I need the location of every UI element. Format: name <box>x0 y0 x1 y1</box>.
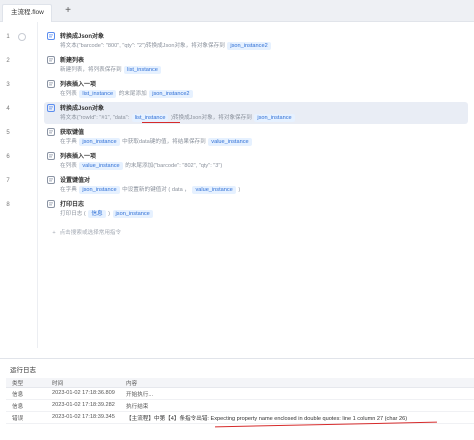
keyvalue-icon <box>47 176 55 184</box>
plus-icon: + <box>52 230 56 236</box>
flow-editor: + 点击搜索或选择常用指令 转换成Json对象 将文本("barcode": "8… <box>38 22 474 348</box>
step-description: 新建列表，将列表保存到 list_instance <box>60 65 162 74</box>
step-description-text: )转换成Json对象，将对象保存到 <box>169 115 254 121</box>
log-row[interactable]: 信息 2023-01-02 17:18:39.282 执行结束 <box>6 401 474 412</box>
step-description-text: ) <box>236 187 241 193</box>
line-number: 7 <box>6 178 10 184</box>
log-row-time: 2023-01-02 17:18:36.809 <box>52 390 115 396</box>
step-description: 将文本("barcode": "800", "qty": "2")转换成Json… <box>60 41 272 50</box>
add-tab-button[interactable]: + <box>62 5 74 17</box>
step-description-text: 新建列表，将列表保存到 <box>60 67 124 73</box>
step-title: 列表插入一项 <box>60 154 97 160</box>
list-icon <box>47 56 55 64</box>
step-description: 在列表 list_instance 的末尾添加 json_instance2 <box>60 89 194 98</box>
log-row-type: 错误 <box>12 416 24 422</box>
breakpoint-icon[interactable] <box>18 33 26 41</box>
list-insert-icon <box>47 152 55 160</box>
variable-chip[interactable]: json_instance <box>79 186 120 194</box>
log-row[interactable]: 信息 2023-01-02 17:18:36.809 开始执行... <box>6 389 474 400</box>
run-log-title: 运行日志 <box>10 367 36 374</box>
log-row-type: 信息 <box>12 404 24 410</box>
line-number: 5 <box>6 130 10 136</box>
step-description-text: ) <box>106 211 112 217</box>
log-row-time: 2023-01-02 17:18:39.282 <box>52 402 115 408</box>
log-table-header: 类型 时间 内容 <box>6 378 474 388</box>
variable-chip[interactable]: json_instance <box>112 210 153 218</box>
line-number: 8 <box>6 202 10 208</box>
variable-chip[interactable]: json_instance2 <box>227 42 271 50</box>
log-row-content: 执行结束 <box>126 404 149 410</box>
log-row-type: 信息 <box>12 392 24 398</box>
step-description-text: 打印日志 ( <box>60 211 88 217</box>
json-icon <box>47 32 55 40</box>
step-description-text: 中设置新的键值对 ( data ， <box>120 187 192 193</box>
step-description-text: 的末尾添加("barcode": "802", "qty": "3") <box>123 163 223 169</box>
key-icon <box>47 128 55 136</box>
log-header-time: 时间 <box>52 381 64 387</box>
json-icon <box>47 104 55 112</box>
run-log-panel: 运行日志 类型 时间 内容 信息 2023-01-02 17:18:36.809… <box>0 358 474 440</box>
flow-step[interactable]: 转换成Json对象 将文本("barcode": "800", "qty": "2… <box>44 30 468 52</box>
variable-chip[interactable]: json_instance2 <box>149 90 193 98</box>
variable-chip[interactable]: value_instance <box>208 138 252 146</box>
step-description: 在列表 value_instance 的末尾添加("barcode": "802… <box>60 161 222 170</box>
line-gutter: 1 2 3 4 5 6 7 8 <box>0 22 38 348</box>
flow-step[interactable]: 打印日志 打印日志 ( 信息 ) json_instance <box>44 198 468 220</box>
log-header-content: 内容 <box>126 381 138 387</box>
tab-bar: 主流程.flow + <box>0 0 474 22</box>
step-description: 将文本("rowId": "#1", "data": list_instance… <box>60 113 296 122</box>
variable-chip[interactable]: list_instance <box>124 66 161 74</box>
line-number: 1 <box>6 34 10 40</box>
log-row-time: 2023-01-02 17:18:39.345 <box>52 414 115 420</box>
flow-step[interactable]: 获取键值 在字典 json_instance 中获取data键的值，将结果保存到 … <box>44 126 468 148</box>
step-description-text: 中获取data键的值，将结果保存到 <box>120 139 208 145</box>
step-title: 新建列表 <box>60 58 85 64</box>
print-icon <box>47 200 55 208</box>
line-number: 2 <box>6 58 10 64</box>
variable-chip[interactable]: value_instance <box>79 162 123 170</box>
step-title: 转换成Json对象 <box>60 34 105 40</box>
flow-step[interactable]: 新建列表 新建列表，将列表保存到 list_instance <box>44 54 468 76</box>
step-description-text: 的末尾添加 <box>117 91 149 97</box>
variable-chip[interactable]: list_instance <box>79 90 117 98</box>
variable-chip[interactable]: json_instance <box>79 138 120 146</box>
step-description-text: 在字典 <box>60 187 79 193</box>
add-command-hint[interactable]: + 点击搜索或选择常用指令 <box>50 228 121 236</box>
line-number: 4 <box>6 106 10 112</box>
flow-step[interactable]: 列表插入一项 在列表 list_instance 的末尾添加 json_insta… <box>44 78 468 100</box>
tab-main-flow[interactable]: 主流程.flow <box>2 4 52 22</box>
step-description-text: 在列表 <box>60 91 79 97</box>
variable-chip[interactable]: value_instance <box>192 186 236 194</box>
add-command-hint-text: 点击搜索或选择常用指令 <box>59 230 122 236</box>
step-title: 获取键值 <box>60 130 85 136</box>
flow-step[interactable]: 列表插入一项 在列表 value_instance 的末尾添加("barcode"… <box>44 150 468 172</box>
flow-step[interactable]: 转换成Json对象 将文本("rowId": "#1", "data": list… <box>44 102 468 124</box>
step-description-text: 将文本("rowId": "#1", "data": <box>60 115 131 121</box>
log-row-content: 【主流程】中第【4】条指令出错: Expecting property name… <box>126 416 408 422</box>
step-title: 设置键值对 <box>60 178 91 184</box>
variable-chip[interactable]: 信息 <box>88 210 106 218</box>
step-description-text: )转换成Json对象，将对象保存到 <box>144 43 227 49</box>
variable-chip[interactable]: list_instance <box>131 114 169 122</box>
line-number: 6 <box>6 154 10 160</box>
step-title: 列表插入一项 <box>60 82 97 88</box>
flow-step[interactable]: 设置键值对 在字典 json_instance 中设置新的键值对 ( data ，… <box>44 174 468 196</box>
step-title: 打印日志 <box>60 202 85 208</box>
error-underline <box>142 122 180 123</box>
step-description: 在字典 json_instance 中设置新的键值对 ( data ， valu… <box>60 185 240 194</box>
step-description: 在字典 json_instance 中获取data键的值，将结果保存到 valu… <box>60 137 253 146</box>
step-description: 打印日志 ( 信息 ) json_instance <box>60 209 154 218</box>
log-row-content: 开始执行... <box>126 392 154 398</box>
line-number: 3 <box>6 82 10 88</box>
step-description-text: 在字典 <box>60 139 79 145</box>
step-description-text: 将文本( <box>60 43 79 49</box>
step-title: 转换成Json对象 <box>60 106 105 112</box>
step-description-text: "barcode": "800", "qty": "2" <box>78 43 144 49</box>
variable-chip[interactable]: json_instance <box>254 114 295 122</box>
step-description-text: 在列表 <box>60 163 79 169</box>
list-insert-icon <box>47 80 55 88</box>
log-header-type: 类型 <box>12 381 24 387</box>
